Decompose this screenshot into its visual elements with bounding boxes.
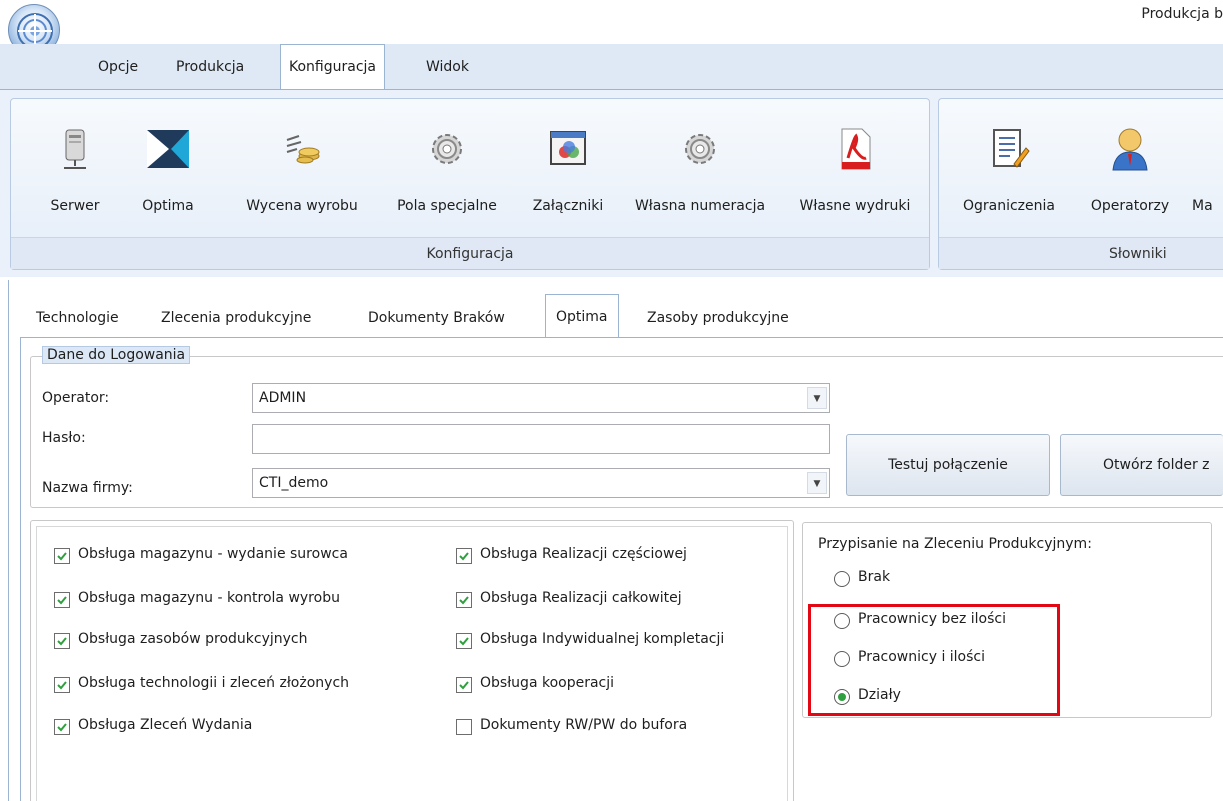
tab-optima[interactable]: Optima — [545, 294, 619, 338]
radio-label: Brak — [858, 569, 891, 585]
test-connection-button[interactable]: Testuj połączenie — [846, 434, 1050, 496]
pricing-button[interactable]: Wycena wyrobu — [232, 120, 372, 232]
checkbox-full-realization[interactable] — [456, 592, 472, 608]
checkbox-label: Obsługa Zleceń Wydania — [78, 717, 253, 733]
custom-numbering-button[interactable]: Własna numeracja — [620, 120, 780, 232]
checkbox-issue-material[interactable] — [54, 548, 70, 564]
operator-label: Operator: — [42, 390, 110, 406]
checkbox-production-resources[interactable] — [54, 633, 70, 649]
custom-numbering-label: Własna numeracja — [634, 198, 766, 214]
restrictions-button[interactable]: Ograniczenia — [950, 120, 1068, 232]
pdf-icon — [841, 128, 871, 170]
chevron-down-icon[interactable]: ▼ — [807, 387, 827, 409]
password-field[interactable] — [252, 424, 830, 454]
checkbox-product-control[interactable] — [54, 592, 70, 608]
optima-logo-icon — [147, 130, 189, 168]
checkbox-label: Obsługa magazynu - kontrola wyrobu — [78, 590, 340, 606]
ribbon-tab-konfiguracja[interactable]: Konfiguracja — [280, 44, 386, 90]
operators-label: Operatorzy — [1090, 198, 1170, 214]
server-label: Serwer — [50, 198, 100, 214]
assignment-title: Przypisanie na Zleceniu Produkcyjnym: — [818, 536, 1092, 552]
special-fields-button[interactable]: Pola specjalne — [382, 120, 512, 232]
checkbox-label: Obsługa kooperacji — [480, 675, 615, 691]
custom-printouts-button[interactable]: Własne wydruki — [786, 120, 924, 232]
password-label: Hasło: — [42, 430, 86, 446]
window-title: Produkcja b — [1141, 6, 1223, 22]
server-button[interactable]: Serwer — [40, 120, 110, 232]
checkbox-label: Obsługa magazynu - wydanie surowca — [78, 546, 348, 562]
checkmark-icon — [57, 681, 67, 690]
ribbon-tab-opcje[interactable]: Opcje — [90, 54, 146, 90]
chevron-down-icon[interactable]: ▼ — [807, 472, 827, 494]
checkmark-icon — [57, 723, 67, 732]
server-icon — [64, 129, 86, 169]
checkmark-icon — [57, 596, 67, 605]
operators-button[interactable]: Operatorzy — [1076, 120, 1184, 232]
checkbox-label: Obsługa Realizacji całkowitej — [480, 590, 682, 606]
attachments-label: Załączniki — [532, 198, 604, 214]
checkbox-label: Obsługa Realizacji częściowej — [480, 546, 687, 562]
checkbox-complex-technologies[interactable] — [54, 677, 70, 693]
ribbon-group-label: Konfiguracja — [11, 237, 929, 269]
checkbox-label: Obsługa zasobów produkcyjnych — [78, 631, 308, 647]
document-edit-icon — [993, 129, 1030, 168]
custom-printouts-label: Własne wydruki — [799, 198, 911, 214]
tab-dokumenty-brakow[interactable]: Dokumenty Braków — [362, 300, 511, 336]
gear-icon — [432, 134, 462, 164]
special-fields-label: Pola specjalne — [397, 198, 497, 214]
checkbox-individual-kitting[interactable] — [456, 633, 472, 649]
checkbox-label: Obsługa technologii i zleceń złożonych — [78, 675, 350, 691]
tab-technologie[interactable]: Technologie — [30, 300, 125, 336]
open-folder-button[interactable]: Otwórz folder z — [1060, 434, 1223, 496]
gear-icon — [685, 134, 715, 164]
operator-select[interactable]: ADMIN ▼ — [252, 383, 830, 413]
checkbox-partial-realization[interactable] — [456, 548, 472, 564]
restrictions-label: Ograniczenia — [962, 198, 1055, 214]
options-inner-frame — [36, 526, 788, 801]
checkmark-icon — [57, 637, 67, 646]
checkmark-icon — [459, 681, 469, 690]
company-value: CTI_demo — [259, 475, 329, 491]
panel-border — [8, 280, 9, 801]
company-select[interactable]: CTI_demo ▼ — [252, 468, 830, 498]
highlight-annotation — [808, 604, 1060, 716]
checkmark-icon — [57, 552, 67, 561]
attachments-button[interactable]: Załączniki — [520, 120, 616, 232]
radio-brak[interactable] — [834, 571, 850, 587]
ribbon-button-more[interactable]: Ma — [1192, 120, 1223, 232]
pricing-label: Wycena wyrobu — [246, 198, 358, 214]
pricing-icon — [286, 135, 320, 164]
checkbox-label: Dokumenty RW/PW do bufora — [480, 717, 688, 733]
attachment-icon — [550, 131, 586, 165]
checkmark-icon — [459, 596, 469, 605]
checkmark-icon — [459, 637, 469, 646]
checkbox-issue-orders[interactable] — [54, 719, 70, 735]
user-icon — [1112, 128, 1148, 171]
company-label: Nazwa firmy: — [42, 480, 133, 496]
optima-button[interactable]: Optima — [138, 120, 198, 232]
ribbon-tab-produkcja[interactable]: Produkcja — [168, 54, 252, 90]
optima-label: Optima — [142, 198, 194, 214]
checkmark-icon — [459, 552, 469, 561]
ribbon-group-label: Słowniki — [939, 237, 1223, 269]
login-legend: Dane do Logowania — [42, 346, 191, 364]
ribbon-tab-widok[interactable]: Widok — [418, 54, 477, 90]
ribbon-button-more-label: Ma — [1192, 198, 1213, 214]
checkbox-label: Obsługa Indywidualnej kompletacji — [480, 631, 725, 647]
operator-value: ADMIN — [259, 390, 307, 406]
checkbox-cooperation[interactable] — [456, 677, 472, 693]
tab-zlecenia-produkcyjne[interactable]: Zlecenia produkcyjne — [155, 300, 317, 336]
checkbox-rw-pw-buffer[interactable] — [456, 719, 472, 735]
tab-zasoby-produkcyjne[interactable]: Zasoby produkcyjne — [641, 300, 795, 336]
